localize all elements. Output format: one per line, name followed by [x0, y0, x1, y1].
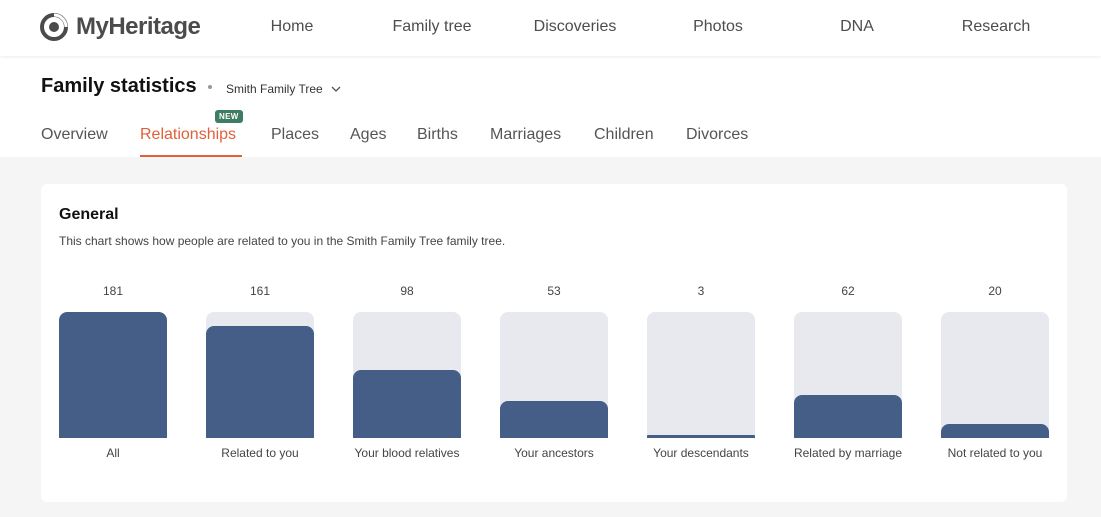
bar-related-by-marriage[interactable]: 62 Related by marriage	[794, 280, 902, 480]
nav-photos[interactable]: Photos	[693, 0, 743, 56]
tree-selector[interactable]: Smith Family Tree	[226, 80, 341, 98]
bar-ancestors[interactable]: 53 Your ancestors	[500, 280, 608, 480]
tab-relationships[interactable]: Relationships	[140, 126, 236, 156]
bar-track	[353, 312, 461, 438]
bar-track	[206, 312, 314, 438]
bar-fill	[647, 435, 755, 438]
bar-value: 181	[102, 284, 124, 298]
tab-divorces[interactable]: Divorces	[686, 126, 748, 156]
tree-selector-label: Smith Family Tree	[226, 82, 323, 96]
bar-label: All	[106, 446, 120, 460]
nav-dna[interactable]: DNA	[840, 0, 874, 56]
bar-label: Not related to you	[947, 446, 1043, 460]
nav-home[interactable]: Home	[271, 0, 314, 56]
bar-label: Your descendants	[653, 446, 749, 460]
bar-value: 20	[988, 284, 1002, 298]
bar-related-to-you[interactable]: 161 Related to you	[206, 280, 314, 480]
chevron-down-icon	[331, 86, 341, 92]
bar-fill	[206, 326, 314, 438]
tab-children[interactable]: Children	[594, 126, 654, 156]
bar-track	[647, 312, 755, 438]
bar-fill	[59, 312, 167, 438]
top-navigation: MyHeritage Home Family tree Discoveries …	[0, 0, 1101, 56]
bar-track	[500, 312, 608, 438]
bar-not-related[interactable]: 20 Not related to you	[941, 280, 1049, 480]
bar-fill	[353, 370, 461, 438]
general-card: General This chart shows how people are …	[41, 184, 1067, 502]
bar-label: Related to you	[221, 446, 299, 460]
bar-fill	[794, 395, 902, 438]
bar-fill	[500, 401, 608, 438]
bar-track	[59, 312, 167, 438]
tab-ages[interactable]: Ages	[350, 126, 386, 156]
bar-all[interactable]: 181 All	[59, 280, 167, 480]
bar-track	[794, 312, 902, 438]
myheritage-logo-icon	[40, 13, 68, 41]
bar-value: 62	[841, 284, 855, 298]
brand-name: MyHeritage	[76, 13, 201, 40]
bar-value: 161	[249, 284, 271, 298]
bar-label: Your ancestors	[514, 446, 594, 460]
active-tab-indicator	[140, 155, 242, 157]
bar-value: 3	[697, 284, 705, 298]
page-header: Family statistics Smith Family Tree NEW …	[0, 56, 1101, 157]
bar-track	[941, 312, 1049, 438]
bar-value: 53	[547, 284, 561, 298]
tab-marriages[interactable]: Marriages	[490, 126, 561, 156]
bar-value: 98	[400, 284, 414, 298]
tab-births[interactable]: Births	[417, 126, 458, 156]
title-separator-dot	[208, 85, 212, 89]
nav-research[interactable]: Research	[962, 0, 1030, 56]
page-title: Family statistics	[41, 75, 197, 97]
bar-blood-relatives[interactable]: 98 Your blood relatives	[353, 280, 461, 480]
nav-discoveries[interactable]: Discoveries	[534, 0, 617, 56]
bar-descendants[interactable]: 3 Your descendants	[647, 280, 755, 480]
card-title: General	[59, 206, 119, 223]
card-description: This chart shows how people are related …	[59, 234, 506, 248]
new-badge: NEW	[215, 110, 243, 123]
bar-fill	[941, 424, 1049, 438]
bar-label: Related by marriage	[793, 446, 903, 460]
tab-places[interactable]: Places	[271, 126, 319, 156]
tab-overview[interactable]: Overview	[41, 126, 108, 156]
nav-family-tree[interactable]: Family tree	[392, 0, 471, 56]
bar-label: Your blood relatives	[354, 446, 460, 460]
myheritage-logo[interactable]: MyHeritage	[40, 12, 201, 42]
